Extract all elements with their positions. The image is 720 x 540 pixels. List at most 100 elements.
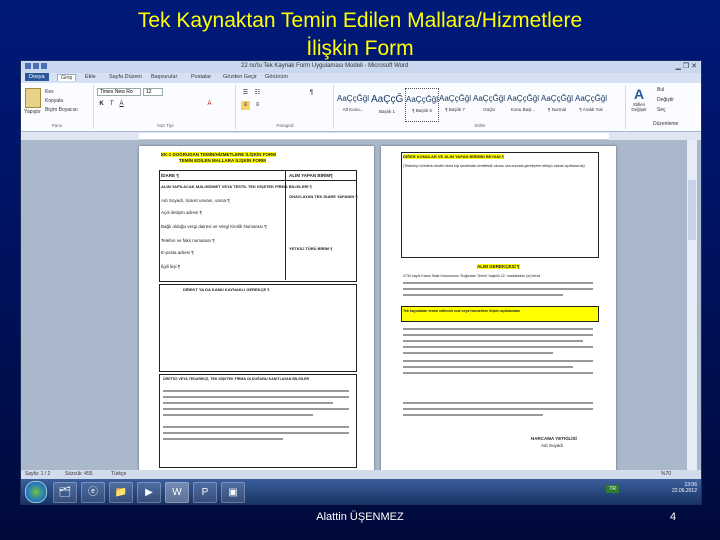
media-icon[interactable]: ▶: [137, 482, 161, 503]
tab-insert[interactable]: Ekle: [85, 74, 96, 80]
start-button[interactable]: [25, 481, 47, 503]
idare-label: İDARE ¶: [161, 173, 179, 178]
style-sample: AaÇçĞğl: [439, 94, 472, 103]
text-line: [403, 288, 593, 290]
style-strong[interactable]: AaÇçĞğl Güçlü: [473, 88, 505, 120]
status-page[interactable]: Sayfa: 1 / 2: [25, 471, 50, 477]
font-color-icon[interactable]: A: [205, 100, 214, 109]
change-styles-label: Stilleri Değiştir: [631, 102, 647, 112]
document-page-1[interactable]: EK-1 DOĞRUDAN TEMİN/HİZMETLERE İLİŞKİN F…: [139, 146, 374, 472]
text-line: [163, 438, 283, 440]
align-left-icon[interactable]: ≡: [241, 101, 250, 110]
vertical-scrollbar[interactable]: [687, 140, 697, 470]
word-icon: [25, 63, 31, 69]
paste-button[interactable]: Yapıştır: [24, 109, 41, 115]
word-taskbar-icon[interactable]: W: [165, 482, 189, 503]
underline-button[interactable]: A: [117, 100, 126, 109]
text-line: [163, 432, 349, 434]
tab-references[interactable]: Başvurular: [151, 74, 177, 80]
quick-access-toolbar[interactable]: [25, 63, 65, 71]
format-painter-button[interactable]: Biçim Boyacısı: [45, 107, 78, 113]
p2-box-label: ALIM GEREKÇESİ ¶: [477, 264, 520, 269]
save-icon[interactable]: [33, 63, 39, 69]
scrollbar-thumb[interactable]: [688, 180, 696, 240]
yetki-label: YETKİLİ TÜRÜ BİRİM ¶: [289, 246, 333, 251]
window-title: 22 no'lu Tek Kaynak Form Uygulaması Mode…: [241, 63, 409, 69]
paragraph-group-label: Paragraf: [276, 123, 294, 128]
styles-group-label: Stiller: [474, 123, 486, 128]
style-name: ¶ Başlık 7: [445, 107, 465, 112]
numbering-icon[interactable]: ☷: [253, 89, 262, 98]
language-indicator[interactable]: TR: [606, 485, 619, 493]
style-title[interactable]: AaÇçĞğl Konu Başl...: [507, 88, 539, 120]
text-line: [403, 340, 583, 342]
replace-button[interactable]: Değiştir: [657, 97, 674, 103]
text-line: [403, 334, 593, 336]
tab-mailings[interactable]: Postalar: [191, 74, 211, 80]
p2-sign-name: Adı Soyadı: [541, 443, 564, 448]
copy-button[interactable]: Kopyala: [45, 98, 63, 104]
style-heading7[interactable]: AaÇçĞğl ¶ Başlık 7: [439, 88, 471, 120]
onaylayan-label: ONAYLAYAN TEK İDARE YAPANIN ¶: [289, 194, 358, 199]
window-controls[interactable]: ▁ ❐ ✕: [676, 62, 697, 70]
change-styles-button[interactable]: A Stilleri Değiştir: [627, 86, 651, 112]
explorer-icon[interactable]: 🗂: [53, 482, 77, 503]
italic-button[interactable]: T: [107, 100, 116, 109]
tab-home[interactable]: Giriş: [57, 74, 77, 81]
tab-review[interactable]: Gözden Geçir: [223, 74, 257, 80]
zoom-level[interactable]: %70: [661, 471, 671, 477]
font-group-label: Yazı Tipi: [156, 123, 174, 128]
style-name: Güçlü: [483, 107, 495, 112]
style-normal[interactable]: AaÇçĞğl ¶ Normal: [541, 88, 573, 120]
title-bar: 22 no'lu Tek Kaynak Form Uygulaması Mode…: [21, 61, 701, 73]
horizontal-ruler[interactable]: [139, 133, 609, 140]
p2-text1: (Tedarikçi ürünlerin birden fazla kişi t…: [403, 164, 585, 168]
style-heading5[interactable]: AaÇçĞğl ¶ Başlık 5: [405, 88, 439, 122]
select-button[interactable]: Seç: [657, 107, 666, 113]
font-name-select[interactable]: Times New Ro: [97, 88, 141, 96]
style-sample: AaÇçĞğl: [406, 95, 439, 104]
ribbon-tabs: Dosya Giriş Ekle Sayfa Düzeni Başvurular…: [21, 73, 701, 83]
status-bar: Sayfa: 1 / 2 Sözcük: 455 Türkçe %70: [21, 470, 701, 479]
tab-view[interactable]: Görünüm: [265, 74, 288, 80]
style-heading1[interactable]: AaÇçĞ Başlık 1: [371, 88, 403, 120]
browser-icon[interactable]: ⓔ: [81, 482, 105, 503]
pilcrow-icon[interactable]: ¶: [307, 89, 316, 98]
table-row-3: Açık iletişim adresi ¶: [161, 210, 202, 215]
bold-button[interactable]: K: [97, 100, 106, 109]
p2-highlight: Tek kaynaktan temin edilecek mal veya hi…: [403, 309, 520, 313]
editing-group-label: Düzenleme: [653, 121, 679, 127]
status-language[interactable]: Türkçe: [111, 471, 126, 477]
paste-icon[interactable]: [25, 88, 41, 108]
text-line: [403, 294, 563, 296]
style-no-spacing[interactable]: AaÇçĞğl ¶ Aralık Yok: [575, 88, 607, 120]
undo-icon[interactable]: [41, 63, 47, 69]
tab-page-layout[interactable]: Sayfa Düzeni: [109, 74, 142, 80]
table-rule: [159, 180, 356, 181]
text-line: [163, 390, 349, 392]
document-area[interactable]: EK-1 DOĞRUDAN TEMİN/HİZMETLERE İLİŞKİN F…: [21, 140, 701, 472]
system-tray: TR 13:06 22.06.2012: [606, 482, 697, 494]
bullets-icon[interactable]: ☰: [241, 89, 250, 98]
style-sample: AaÇçĞğl: [507, 94, 540, 103]
find-button[interactable]: Bul: [657, 87, 664, 93]
align-center-icon[interactable]: ≡: [253, 101, 262, 110]
section3-heading: ÜRETİCİ VEYA TEDARİKÇİ, TEK KİŞİ/TEK FİR…: [163, 377, 310, 381]
text-line: [403, 402, 593, 404]
table-row-1: ALIM YAPILACAK MAL/HİZMET VEYA TESTİL TE…: [161, 184, 312, 189]
app-icon[interactable]: ▣: [221, 482, 245, 503]
text-line: [163, 408, 349, 410]
status-words[interactable]: Sözcük: 455: [65, 471, 93, 477]
font-size-select[interactable]: 12: [143, 88, 163, 96]
clock-date[interactable]: 22.06.2012: [672, 488, 697, 494]
style-name: ¶ Aralık Yok: [579, 107, 603, 112]
style-subtitle[interactable]: AaÇçĞğl Alt Konu...: [337, 88, 369, 120]
text-line: [163, 396, 349, 398]
cut-button[interactable]: Kes: [45, 89, 54, 95]
text-line: [163, 426, 349, 428]
text-line: [403, 328, 593, 330]
document-page-2[interactable]: DİĞER KONULAR VE ALIM YAPAN BİRİMİN BEYA…: [381, 146, 616, 472]
tab-file[interactable]: Dosya: [25, 73, 49, 81]
folder-icon[interactable]: 📁: [109, 482, 133, 503]
powerpoint-icon[interactable]: P: [193, 482, 217, 503]
